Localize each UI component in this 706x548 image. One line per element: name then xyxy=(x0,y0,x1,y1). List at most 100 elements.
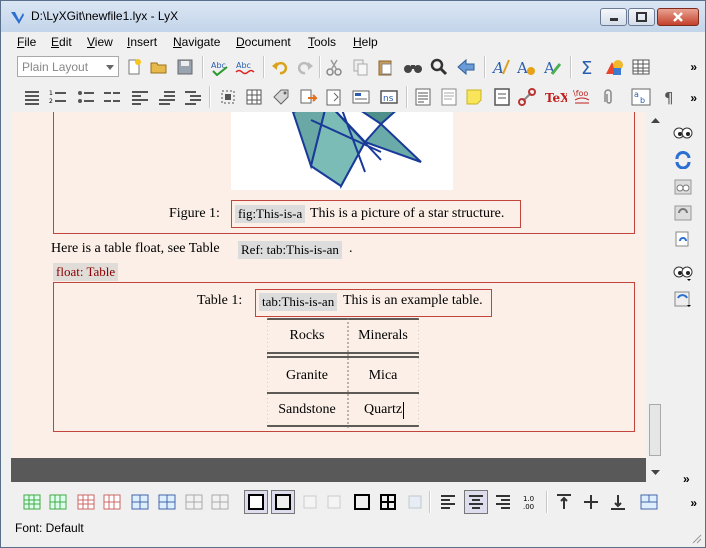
undo-button[interactable] xyxy=(269,56,291,78)
toggle-border-left-button[interactable] xyxy=(299,491,321,513)
copy-row-button[interactable] xyxy=(183,491,205,513)
enumerate-button[interactable] xyxy=(129,86,151,108)
menu-help[interactable]: Help xyxy=(353,35,378,49)
insert-hyperlink-button[interactable] xyxy=(516,86,538,108)
table-cell[interactable]: Sandstone xyxy=(267,402,347,418)
title-bar[interactable]: D:\LyXGit\newfile1.lyx - LyX xyxy=(1,1,705,32)
insert-label-button[interactable] xyxy=(270,86,292,108)
list-plain-button[interactable] xyxy=(21,86,43,108)
table-cell[interactable]: Mica xyxy=(343,368,423,384)
valign-middle-button[interactable] xyxy=(580,491,602,513)
update-button[interactable] xyxy=(672,149,694,171)
figure-image[interactable] xyxy=(231,112,453,190)
toggle-border-right-button[interactable] xyxy=(323,491,345,513)
set-all-lines-button[interactable] xyxy=(351,491,373,513)
thesaurus-button[interactable]: Abc xyxy=(234,56,256,78)
paragraph-settings-button[interactable] xyxy=(412,86,434,108)
document-workarea[interactable]: Figure 1: fig:This-is-a This is a pictur… xyxy=(11,112,646,458)
view-source-button[interactable] xyxy=(217,86,239,108)
append-column-button[interactable] xyxy=(47,491,69,513)
table-label-inset[interactable]: tab:This-is-an xyxy=(259,293,338,311)
toolbar-overflow-button-2[interactable]: » xyxy=(690,91,697,105)
table-cell[interactable]: Granite xyxy=(267,368,347,384)
float-table-label[interactable]: float: Table xyxy=(53,263,119,281)
copy-button[interactable] xyxy=(349,56,371,78)
change-case-button[interactable]: ab xyxy=(630,86,652,108)
save-button[interactable] xyxy=(174,56,196,78)
menu-navigate[interactable]: Navigate xyxy=(173,35,220,49)
numbered-list-button[interactable]: 12 xyxy=(47,86,69,108)
data-table[interactable]: Rocks Minerals Granite Mica Sandstone Qu… xyxy=(267,318,419,428)
layout-select[interactable]: Plain Layout xyxy=(17,56,119,77)
text-style-button[interactable]: A xyxy=(490,56,512,78)
insert-graphics-button[interactable] xyxy=(603,56,625,78)
view-toolbar-overflow-button[interactable]: » xyxy=(683,472,697,486)
delete-column-button[interactable] xyxy=(101,491,123,513)
description-list-button[interactable] xyxy=(101,86,123,108)
append-row-button[interactable] xyxy=(21,491,43,513)
move-row-up-button[interactable] xyxy=(129,491,151,513)
toc-button[interactable] xyxy=(672,228,694,250)
redo-button[interactable] xyxy=(294,56,316,78)
character-style-button[interactable]: A xyxy=(515,56,537,78)
toggle-border-top-button[interactable] xyxy=(244,490,268,514)
cross-reference-button[interactable]: Ref: tab:This-is-an xyxy=(238,241,342,259)
resize-grip-icon[interactable] xyxy=(690,532,702,544)
insert-note-button[interactable]: ns xyxy=(378,86,400,108)
depth-decrease-button[interactable] xyxy=(156,86,178,108)
view-button[interactable] xyxy=(672,122,694,144)
align-right-button[interactable] xyxy=(492,491,514,513)
math-button[interactable]: Σ xyxy=(577,56,599,78)
text-direction-button[interactable]: A xyxy=(541,56,563,78)
update-master-button[interactable] xyxy=(672,202,694,224)
cut-button[interactable] xyxy=(323,56,345,78)
menu-file[interactable]: File xyxy=(17,35,36,49)
insert-reference-button[interactable] xyxy=(297,86,319,108)
view-master-button[interactable] xyxy=(672,176,694,198)
scrollbar-thumb[interactable] xyxy=(649,404,661,456)
find-replace-button[interactable] xyxy=(402,56,424,78)
figure-label-inset[interactable]: fig:This-is-a xyxy=(235,205,306,223)
align-center-button[interactable] xyxy=(464,490,488,514)
table-cell[interactable]: Quartz xyxy=(343,402,423,418)
insert-box-button[interactable] xyxy=(491,86,513,108)
show-paragraph-marks-button[interactable]: ¶ xyxy=(659,86,681,108)
toggle-border-bottom-button[interactable] xyxy=(271,490,295,514)
menu-document[interactable]: Document xyxy=(236,35,291,49)
vertical-scrollbar[interactable] xyxy=(647,112,664,482)
set-inner-lines-button[interactable] xyxy=(377,491,399,513)
new-document-button[interactable] xyxy=(123,56,145,78)
insert-marginal-button[interactable] xyxy=(350,86,372,108)
valign-top-button[interactable] xyxy=(553,491,575,513)
maximize-button[interactable] xyxy=(628,8,655,26)
multicolumn-button[interactable] xyxy=(638,491,660,513)
insert-table-box-button[interactable] xyxy=(243,86,265,108)
navigate-back-button[interactable] xyxy=(455,56,477,78)
align-left-button[interactable] xyxy=(437,491,459,513)
unset-all-lines-button[interactable] xyxy=(404,491,426,513)
depth-increase-button[interactable] xyxy=(182,86,204,108)
align-decimal-button[interactable]: 1.0.00 xyxy=(519,491,541,513)
menu-view[interactable]: View xyxy=(87,35,113,49)
table-cell[interactable]: Minerals xyxy=(343,328,423,344)
insert-tex-code-button[interactable]: TeX xyxy=(545,86,567,108)
minimize-button[interactable] xyxy=(600,8,627,26)
update-other-button[interactable] xyxy=(672,288,694,310)
insert-note-yellow-button[interactable] xyxy=(463,86,485,108)
menu-insert[interactable]: Insert xyxy=(127,35,157,49)
delete-row-button[interactable] xyxy=(75,491,97,513)
insert-table-button[interactable] xyxy=(630,56,652,78)
view-other-button[interactable] xyxy=(672,262,694,284)
spellcheck-button[interactable]: Abc xyxy=(209,56,231,78)
table-toolbar-overflow-button[interactable]: » xyxy=(690,496,697,510)
menu-tools[interactable]: Tools xyxy=(308,35,336,49)
find-button[interactable] xyxy=(428,56,450,78)
bulleted-list-button[interactable] xyxy=(75,86,97,108)
close-button[interactable] xyxy=(657,8,699,26)
valign-bottom-button[interactable] xyxy=(607,491,629,513)
menu-edit[interactable]: Edit xyxy=(51,35,72,49)
attach-file-button[interactable] xyxy=(597,86,619,108)
insert-footnote-button[interactable] xyxy=(323,86,345,108)
document-settings-button[interactable] xyxy=(438,86,460,108)
move-column-button[interactable] xyxy=(156,491,178,513)
